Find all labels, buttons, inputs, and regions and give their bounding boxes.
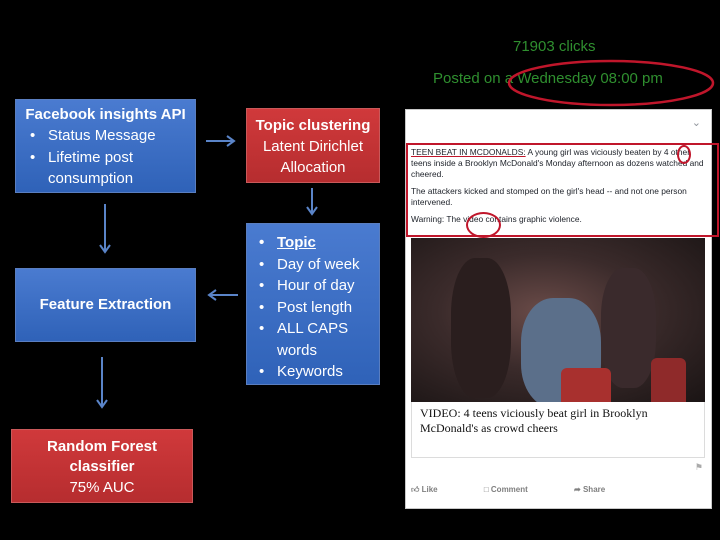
feature-keywords: Keywords <box>251 361 375 383</box>
video-word-highlight-ellipse <box>466 212 501 238</box>
flag-icon[interactable]: ⚑ <box>695 462 703 473</box>
chevron-down-icon[interactable]: ⌄ <box>692 116 701 129</box>
arrow-api-to-topic <box>206 135 236 147</box>
clicks-count: 71903 clicks <box>513 38 596 55</box>
comment-button[interactable]: □ Comment <box>484 485 550 494</box>
api-item-lifetime-consumption: Lifetime post consumption <box>22 147 189 190</box>
classifier-box-title: Random Forest classifier <box>46 438 157 475</box>
feature-day-of-week: Day of week <box>251 254 375 276</box>
topic-box-subtitle: Latent Dirichlet Allocation <box>262 138 364 176</box>
like-label: Like <box>421 485 438 494</box>
feature-hour-of-day: Hour of day <box>251 275 375 297</box>
number-highlight-ellipse <box>677 145 691 164</box>
feature-all-caps-words: ALL CAPS words <box>251 318 375 361</box>
video-thumbnail[interactable] <box>411 238 705 402</box>
like-button[interactable]: 👍︎ Like <box>411 485 460 494</box>
api-box-list: Status Message Lifetime post consumption <box>22 125 189 190</box>
arrow-topic-to-features <box>306 188 318 216</box>
facebook-insights-api-box: Facebook insights API Status Message Lif… <box>15 99 196 193</box>
classifier-box-subtitle: 75% AUC <box>69 479 135 496</box>
feature-extraction-box: Feature Extraction <box>15 268 196 342</box>
features-list: Topic Day of week Hour of day Post lengt… <box>251 232 375 383</box>
arrow-features-to-extraction <box>207 289 238 301</box>
api-box-title: Facebook insights API <box>25 106 186 123</box>
features-list-box: Topic Day of week Hour of day Post lengt… <box>246 223 380 385</box>
topic-box-title: Topic clustering <box>255 117 371 134</box>
message-highlight-box <box>406 143 719 237</box>
feature-post-length: Post length <box>251 297 375 319</box>
chair-red-2 <box>651 358 686 402</box>
arrow-extraction-to-classifier <box>96 357 108 409</box>
crowd-figure-left <box>451 258 511 398</box>
extraction-box-title: Feature Extraction <box>39 296 172 313</box>
topic-clustering-box: Topic clustering Latent Dirichlet Alloca… <box>246 108 380 183</box>
arrow-api-to-extraction <box>99 204 111 254</box>
facebook-post-card: ⌄ TEEN BEAT IN MCDONALDS: A young girl w… <box>405 109 719 509</box>
random-forest-box: Random Forest classifier 75% AUC <box>11 429 193 503</box>
posted-time-highlight-ellipse <box>507 59 715 107</box>
share-label: Share <box>582 485 606 494</box>
post-actions: 👍︎ Like □ Comment ➦ Share <box>411 485 649 495</box>
share-button[interactable]: ➦ Share <box>574 485 627 494</box>
posted-prefix: Posted on <box>433 70 505 87</box>
feature-topic: Topic <box>251 232 375 254</box>
link-preview-title[interactable]: VIDEO: 4 teens viciously beat girl in Br… <box>411 402 705 458</box>
chair-red <box>561 368 611 402</box>
comment-label: Comment <box>490 485 528 494</box>
api-item-status-message: Status Message <box>22 125 189 147</box>
